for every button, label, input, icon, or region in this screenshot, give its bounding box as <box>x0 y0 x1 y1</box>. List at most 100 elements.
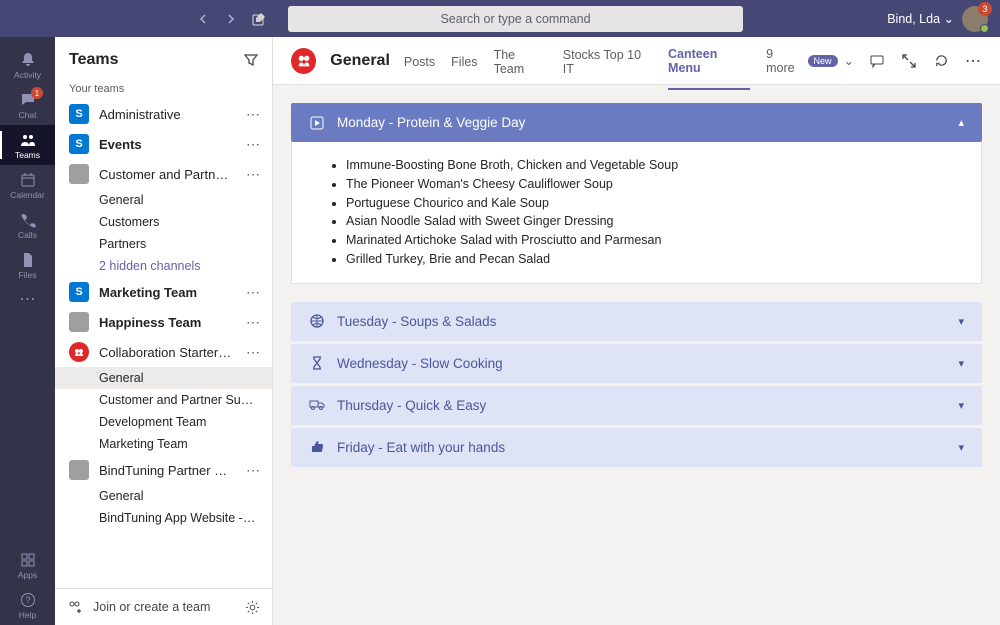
team-bindtuning[interactable]: BindTuning Partner Cent… ⋯ <box>55 455 272 485</box>
notification-badge: 3 <box>978 2 992 16</box>
more-button[interactable]: ⋯ <box>964 52 982 70</box>
channel-customers[interactable]: Customers <box>55 211 272 233</box>
join-create-team[interactable]: Join or create a team <box>93 600 210 614</box>
rail-teams[interactable]: Teams <box>0 125 55 165</box>
tab-canteen-menu[interactable]: Canteen Menu <box>668 32 750 90</box>
channel-bt-app[interactable]: BindTuning App Website - Excl… <box>55 507 272 529</box>
team-avatar: S <box>69 104 89 124</box>
team-events[interactable]: S Events ⋯ <box>55 129 272 159</box>
chevron-down-icon: ▾ <box>958 441 964 454</box>
svg-text:?: ? <box>25 595 30 605</box>
back-button[interactable] <box>192 8 214 30</box>
channel-header: General Posts Files The Team Stocks Top … <box>273 37 1000 85</box>
team-more[interactable]: ⋯ <box>244 136 262 153</box>
hidden-channels-link[interactable]: 2 hidden channels <box>55 255 272 277</box>
join-team-icon <box>67 599 83 615</box>
team-avatar <box>69 342 89 362</box>
tab-the-team[interactable]: The Team <box>494 33 547 89</box>
sidebar-title: Teams <box>69 51 119 69</box>
channel-tabs: Posts Files The Team Stocks Top 10 IT Ca… <box>404 32 854 90</box>
channel-general-current[interactable]: General <box>55 367 272 389</box>
channel-devteam[interactable]: Development Team <box>55 411 272 433</box>
team-avatar <box>69 460 89 480</box>
channel-name: General <box>330 52 390 70</box>
team-more[interactable]: ⋯ <box>244 106 262 123</box>
history-nav <box>192 8 270 30</box>
section-label: Your teams <box>55 77 272 99</box>
accordion-tuesday[interactable]: Tuesday - Soups & Salads ▾ <box>291 302 982 341</box>
thumb-icon <box>309 440 325 454</box>
team-administrative[interactable]: S Administrative ⋯ <box>55 99 272 129</box>
ball-icon <box>309 314 325 328</box>
accordion-wednesday[interactable]: Wednesday - Slow Cooking ▾ <box>291 344 982 383</box>
help-icon: ? <box>19 591 37 609</box>
channel-avatar <box>291 48 316 74</box>
compose-button[interactable] <box>248 8 270 30</box>
chevron-down-icon: ▾ <box>958 399 964 412</box>
accordion-monday[interactable]: Monday - Protein & Veggie Day ▴ <box>291 103 982 142</box>
team-avatar <box>69 164 89 184</box>
team-avatar <box>69 312 89 332</box>
team-happiness[interactable]: Happiness Team ⋯ <box>55 307 272 337</box>
settings-button[interactable] <box>245 600 260 615</box>
channel-partners[interactable]: Partners <box>55 233 272 255</box>
user-menu[interactable]: Bind, Lda ⌄ <box>887 11 954 26</box>
team-more[interactable]: ⋯ <box>244 284 262 301</box>
presence-indicator <box>980 24 989 33</box>
phone-icon <box>19 211 37 229</box>
tab-stocks[interactable]: Stocks Top 10 IT <box>563 33 652 89</box>
tab-posts[interactable]: Posts <box>404 40 435 82</box>
chat-badge: 1 <box>31 87 43 99</box>
channel-marketing[interactable]: Marketing Team <box>55 433 272 455</box>
team-more[interactable]: ⋯ <box>244 166 262 183</box>
rail-activity[interactable]: Activity <box>0 45 55 85</box>
avatar[interactable]: 3 <box>962 6 988 32</box>
rail-calendar[interactable]: Calendar <box>0 165 55 205</box>
search-input[interactable]: Search or type a command <box>288 6 743 32</box>
accordion-friday[interactable]: Friday - Eat with your hands ▾ <box>291 428 982 467</box>
team-customer-partner[interactable]: Customer and Partner Su… ⋯ <box>55 159 272 189</box>
rail-files[interactable]: Files <box>0 245 55 285</box>
calendar-icon <box>19 171 37 189</box>
team-avatar: S <box>69 134 89 154</box>
channel-general-bt[interactable]: General <box>55 485 272 507</box>
rail-apps[interactable]: Apps <box>0 545 55 585</box>
truck-icon <box>309 399 325 411</box>
bell-icon <box>19 51 37 69</box>
menu-item: Portuguese Chourico and Kale Soup <box>346 194 963 213</box>
expand-button[interactable] <box>900 52 918 70</box>
file-icon <box>19 251 37 269</box>
accordion-thursday[interactable]: Thursday - Quick & Easy ▾ <box>291 386 982 425</box>
rail-chat[interactable]: 1 Chat <box>0 85 55 125</box>
chevron-down-icon: ⌄ <box>944 12 954 26</box>
filter-button[interactable] <box>244 53 258 67</box>
team-more[interactable]: ⋯ <box>244 462 262 479</box>
tab-files[interactable]: Files <box>451 40 477 82</box>
play-icon <box>309 116 325 130</box>
channel-cps[interactable]: Customer and Partner Success <box>55 389 272 411</box>
forward-button[interactable] <box>220 8 242 30</box>
tab-more[interactable]: 9 more New ⌄ <box>766 47 854 75</box>
team-more[interactable]: ⋯ <box>244 344 262 361</box>
rail-more[interactable]: ⋯ <box>20 289 36 309</box>
team-avatar: S <box>69 282 89 302</box>
rail-help[interactable]: ? Help <box>0 585 55 625</box>
team-marketing[interactable]: S Marketing Team ⋯ <box>55 277 272 307</box>
teams-sidebar: Teams Your teams S Administrative ⋯ S Ev… <box>55 37 273 625</box>
app-rail: Activity 1 Chat Teams Calendar Calls Fil… <box>0 37 55 625</box>
team-collab-kit[interactable]: Collaboration Starter Kit ⋯ <box>55 337 272 367</box>
menu-item: Grilled Turkey, Brie and Pecan Salad <box>346 250 963 269</box>
reload-button[interactable] <box>932 52 950 70</box>
hourglass-icon <box>309 356 325 370</box>
menu-item: Marinated Artichoke Salad with Prosciutt… <box>346 231 963 250</box>
team-more[interactable]: ⋯ <box>244 314 262 331</box>
menu-item: Immune-Boosting Bone Broth, Chicken and … <box>346 156 963 175</box>
chevron-down-icon: ⌄ <box>844 53 854 68</box>
apps-icon <box>19 551 37 569</box>
tab-conversation-button[interactable] <box>868 52 886 70</box>
new-pill: New <box>808 55 838 67</box>
channel-general[interactable]: General <box>55 189 272 211</box>
chevron-down-icon: ▾ <box>958 357 964 370</box>
rail-calls[interactable]: Calls <box>0 205 55 245</box>
menu-item: The Pioneer Woman's Cheesy Cauliflower S… <box>346 175 963 194</box>
